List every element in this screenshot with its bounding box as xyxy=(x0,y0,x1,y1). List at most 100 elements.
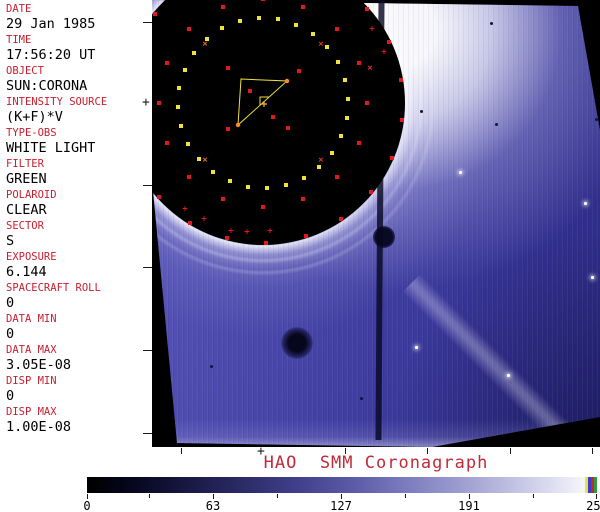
fiducial-square-marker xyxy=(227,179,232,184)
image-title: HAO SMM Coronagraph xyxy=(263,453,489,473)
fiducial-square-marker xyxy=(157,101,161,105)
fiducial-square-marker xyxy=(297,69,301,73)
fiducial-x-marker: × xyxy=(202,39,208,50)
fiducial-square-marker xyxy=(264,240,269,245)
dark-speck xyxy=(490,22,493,25)
field-label: INTENSITY SOURCE xyxy=(6,96,108,108)
fiducial-square-marker xyxy=(246,184,251,189)
fiducial-plus-marker: + xyxy=(244,227,250,238)
dark-speck xyxy=(420,110,423,113)
metadata-field: EXPOSURE 6.144 xyxy=(6,251,152,282)
colorbar-tick-label: 255 xyxy=(586,499,600,512)
dust-spot xyxy=(281,327,313,359)
fiducial-square-marker xyxy=(179,124,184,129)
colorbar-tick-label: 191 xyxy=(458,499,480,512)
fiducial-square-marker xyxy=(256,16,261,21)
field-label: FILTER xyxy=(6,158,44,170)
fiducial-square-marker xyxy=(310,31,315,36)
star xyxy=(507,374,510,377)
field-value: 1.00E-08 xyxy=(6,419,72,435)
field-label: DATA MIN xyxy=(6,313,57,325)
fiducial-square-marker xyxy=(386,39,391,44)
fiducial-square-marker xyxy=(177,86,182,91)
fiducial-square-marker xyxy=(365,101,369,105)
axis-tick-left xyxy=(143,185,152,186)
field-value: 29 Jan 1985 xyxy=(6,16,96,32)
axis-tick-left xyxy=(143,22,152,23)
colorbar-tick-label: 0 xyxy=(83,499,91,512)
fiducial-square-marker xyxy=(368,190,373,195)
fiducial-square-marker xyxy=(357,61,362,66)
fiducial-square-marker xyxy=(399,77,404,82)
fiducial-square-marker xyxy=(188,220,193,225)
colorbar-minor-tick xyxy=(277,494,278,498)
field-value: 0 xyxy=(6,326,15,342)
fiducial-square-marker xyxy=(248,89,252,93)
image-canvas: × × × × × + + + + + + + xyxy=(152,0,600,447)
fiducial-square-marker xyxy=(275,17,280,22)
metadata-sidebar: DATE 29 Jan 1985 TIME 17:56:20 UT OBJECT SUN:… xyxy=(0,0,152,450)
colorbar-end-stripe xyxy=(594,477,597,493)
fiducial-square-marker xyxy=(342,77,347,82)
colorbar-tick-label: 63 xyxy=(205,499,221,512)
fiducial-square-marker xyxy=(197,157,202,162)
field-value: SUN:CORONA xyxy=(6,78,88,94)
metadata-field: SECTOR S xyxy=(6,220,152,251)
fiducial-square-marker xyxy=(335,60,340,65)
fiducial-square-marker xyxy=(220,26,225,31)
fiducial-square-marker xyxy=(224,236,229,241)
fiducial-square-marker xyxy=(221,197,226,202)
field-value: 6.144 xyxy=(6,264,47,280)
fiducial-square-marker xyxy=(186,141,191,146)
colorbar-minor-tick xyxy=(405,494,406,498)
fiducial-square-marker xyxy=(334,174,339,179)
metadata-field: TIME 17:56:20 UT xyxy=(6,34,152,65)
field-value: CLEAR xyxy=(6,202,47,218)
dark-speck xyxy=(210,365,213,368)
field-label: TYPE-OBS xyxy=(6,127,57,139)
fiducial-square-marker xyxy=(339,216,344,221)
dark-speck xyxy=(360,397,363,400)
field-value: WHITE LIGHT xyxy=(6,140,96,156)
fiducial-x-marker: × xyxy=(367,63,373,74)
fiducial-plus-marker: + xyxy=(201,214,207,225)
metadata-field: OBJECT SUN:CORONA xyxy=(6,65,152,96)
fiducial-square-marker xyxy=(344,115,349,120)
dark-speck xyxy=(495,123,498,126)
metadata-field: POLAROID CLEAR xyxy=(6,189,152,220)
fiducial-square-marker xyxy=(345,96,350,101)
fiducial-square-marker xyxy=(357,140,362,145)
coronal-streamer xyxy=(391,261,589,447)
fiducial-square-marker xyxy=(226,127,230,131)
field-value: 0 xyxy=(6,388,15,404)
colorbar xyxy=(87,477,597,493)
coronagraph-viewer-window: DATE 29 Jan 1985 TIME 17:56:20 UT OBJECT SUN:… xyxy=(0,0,600,512)
colorbar-tick-label: 127 xyxy=(330,499,352,512)
fiducial-plus-marker: + xyxy=(228,226,234,237)
field-value: GREEN xyxy=(6,171,47,187)
fiducial-square-marker xyxy=(265,185,270,190)
fiducial-square-marker xyxy=(271,115,275,119)
fiducial-plus-marker: + xyxy=(369,24,375,35)
metadata-field: DATA MAX 3.05E-08 xyxy=(6,344,152,375)
field-label: SPACECRAFT ROLL xyxy=(6,282,101,294)
fiducial-square-marker xyxy=(324,44,329,49)
fiducial-square-marker xyxy=(294,22,299,27)
fiducial-square-marker xyxy=(182,67,187,72)
metadata-field: INTENSITY SOURCE (K+F)*V xyxy=(6,96,152,127)
fiducial-square-marker xyxy=(261,205,265,209)
fiducial-square-marker xyxy=(153,11,158,16)
fiducial-square-marker xyxy=(300,197,305,202)
fiducial-square-marker xyxy=(389,156,394,161)
metadata-field: TYPE-OBS WHITE LIGHT xyxy=(6,127,152,158)
fiducial-plus-marker: + xyxy=(381,47,387,58)
field-label: SECTOR xyxy=(6,220,44,232)
metadata-field: SPACECRAFT ROLL 0 xyxy=(6,282,152,313)
fiducial-square-marker xyxy=(187,27,192,32)
fiducial-square-marker xyxy=(237,19,242,24)
field-label: EXPOSURE xyxy=(6,251,57,263)
fiducial-square-marker xyxy=(286,126,290,130)
field-label: OBJECT xyxy=(6,65,44,77)
fiducial-square-marker xyxy=(300,4,305,9)
field-label: TIME xyxy=(6,34,32,46)
